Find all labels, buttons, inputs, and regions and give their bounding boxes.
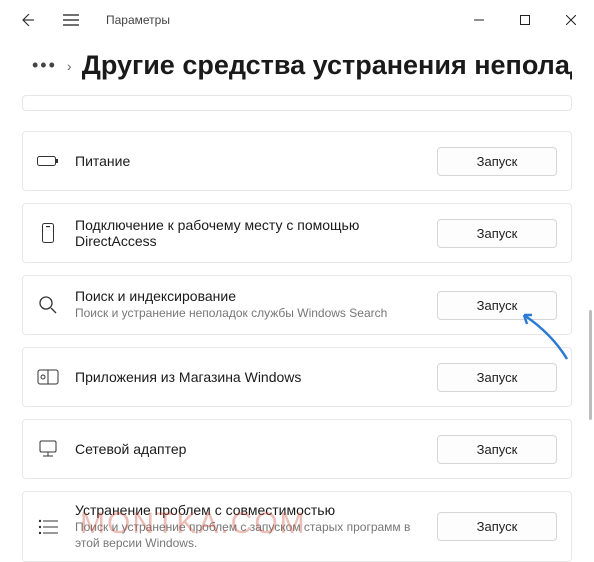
breadcrumb: ••• › Другие средства устранения неполад: [0, 40, 594, 89]
troubleshooter-title: Устранение проблем с совместимостью: [75, 502, 421, 518]
troubleshooter-desc: Поиск и устранение неполадок службы Wind…: [75, 306, 421, 322]
troubleshooter-title: Питание: [75, 153, 421, 169]
troubleshooter-title: Поиск и индексирование: [75, 288, 421, 304]
run-button[interactable]: Запуск: [437, 291, 557, 320]
run-button[interactable]: Запуск: [437, 363, 557, 392]
run-button[interactable]: Запуск: [437, 219, 557, 248]
troubleshooter-store-apps[interactable]: Приложения из Магазина Windows Запуск: [22, 347, 572, 407]
page-title: Другие средства устранения неполад: [82, 50, 572, 81]
card-cutoff-top: [22, 95, 572, 111]
maximize-button[interactable]: [502, 4, 548, 36]
troubleshooter-list: Питание Запуск Подключение к рабочему ме…: [0, 89, 594, 562]
troubleshooter-desc: Поиск и устранение проблем с запуском ст…: [75, 520, 421, 551]
app-title: Параметры: [106, 13, 170, 27]
troubleshooter-title: Подключение к рабочему месту с помощью D…: [75, 217, 421, 249]
network-adapter-icon: [37, 440, 59, 458]
minimize-button[interactable]: [456, 4, 502, 36]
run-button[interactable]: Запуск: [437, 435, 557, 464]
menu-button[interactable]: [56, 5, 86, 35]
troubleshooter-compatibility[interactable]: Устранение проблем с совместимостью Поис…: [22, 491, 572, 562]
run-button[interactable]: Запуск: [437, 512, 557, 541]
troubleshooter-search-indexing[interactable]: Поиск и индексирование Поиск и устранени…: [22, 275, 572, 335]
titlebar: Параметры: [0, 0, 594, 40]
troubleshooter-power[interactable]: Питание Запуск: [22, 131, 572, 191]
breadcrumb-more-icon[interactable]: •••: [32, 55, 57, 76]
close-button[interactable]: [548, 4, 594, 36]
search-icon: [37, 295, 59, 315]
back-button[interactable]: [12, 5, 42, 35]
troubleshooter-title: Сетевой адаптер: [75, 441, 421, 457]
troubleshooter-title: Приложения из Магазина Windows: [75, 369, 421, 385]
compat-icon: [37, 519, 59, 535]
scrollbar-thumb[interactable]: [589, 310, 592, 420]
run-button[interactable]: Запуск: [437, 147, 557, 176]
chevron-right-icon: ›: [67, 58, 72, 74]
troubleshooter-network-adapter[interactable]: Сетевой адаптер Запуск: [22, 419, 572, 479]
store-icon: [37, 369, 59, 385]
troubleshooter-directaccess[interactable]: Подключение к рабочему месту с помощью D…: [22, 203, 572, 263]
workplace-icon: [37, 222, 59, 244]
battery-icon: [37, 154, 59, 168]
